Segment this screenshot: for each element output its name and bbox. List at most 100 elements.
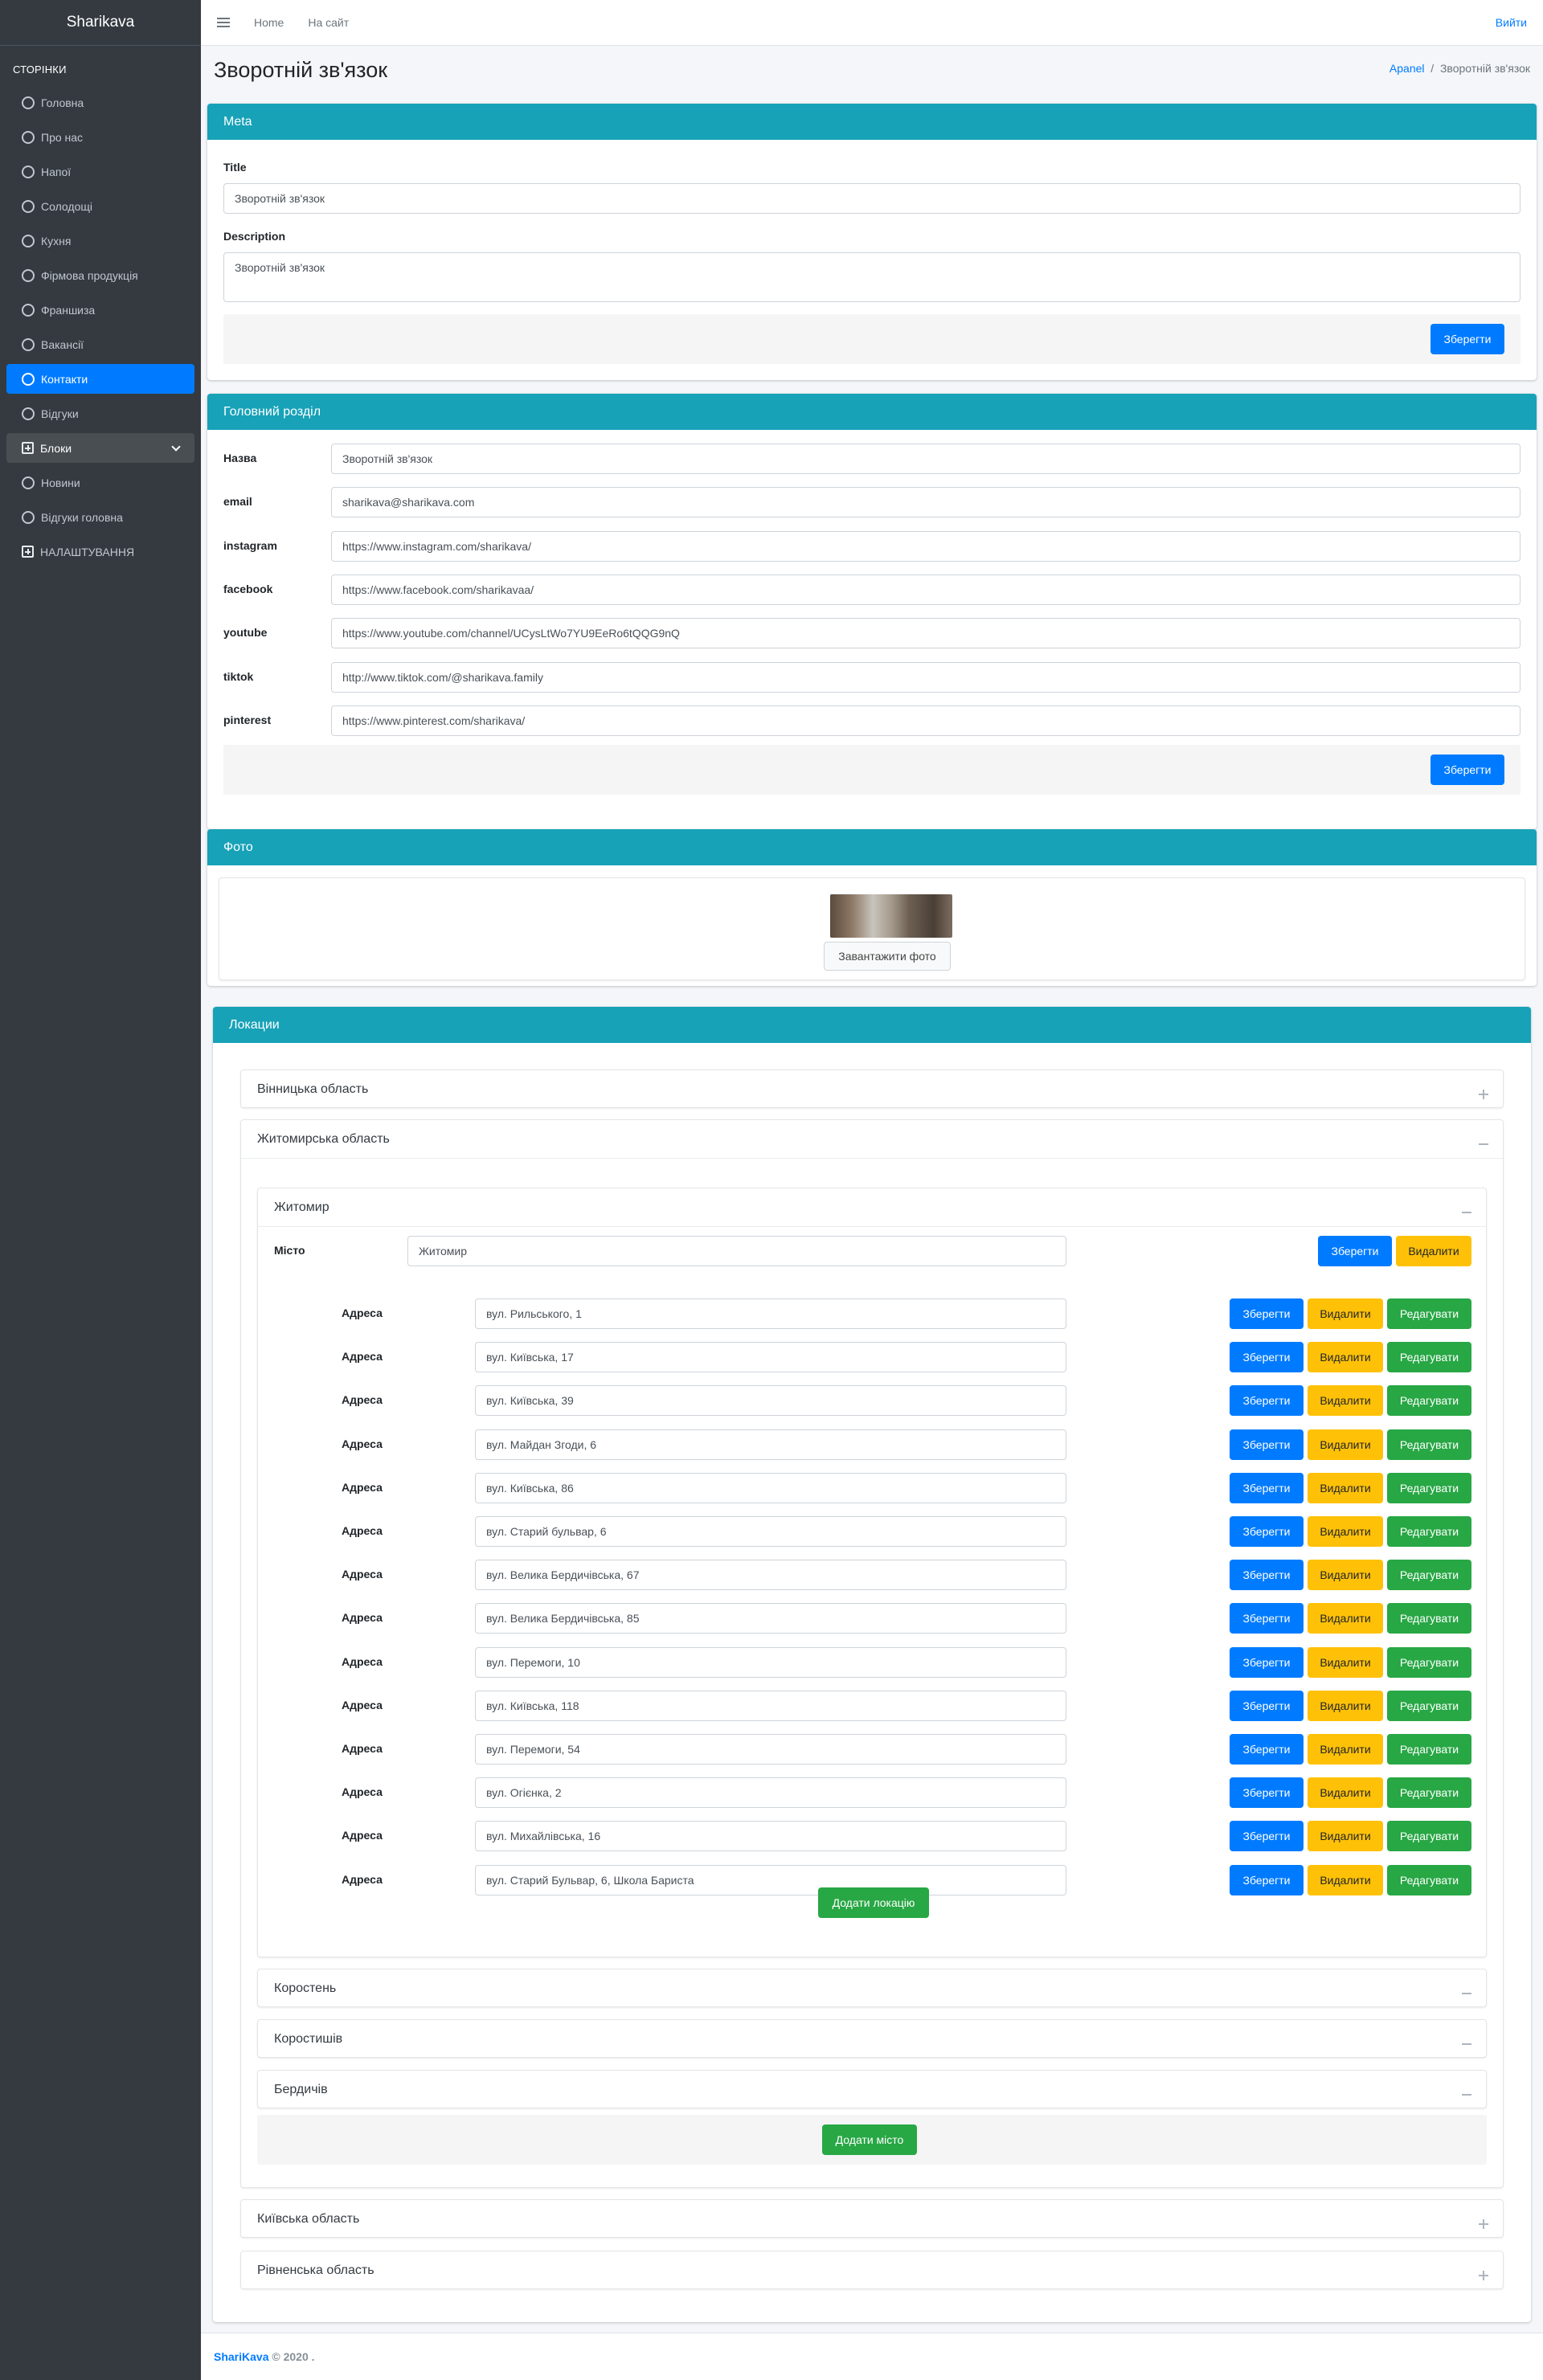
address-input[interactable]: вул. Перемоги, 54 xyxy=(475,1734,1066,1765)
address-input[interactable]: вул. Велика Бердичівська, 67 xyxy=(475,1560,1066,1591)
address-delete-button[interactable]: Видалити xyxy=(1308,1821,1383,1852)
address-delete-button[interactable]: Видалити xyxy=(1308,1690,1383,1721)
region-zhytomyr-header[interactable]: Житомирська область xyxy=(241,1120,1503,1159)
address-edit-button[interactable]: Редагувати xyxy=(1387,1560,1471,1591)
nav-home-link[interactable]: Home xyxy=(254,16,284,29)
sidebar-item-about[interactable]: Про нас xyxy=(6,122,194,152)
collapse-minus-icon[interactable] xyxy=(1462,1989,1471,1998)
region-vinnytsia[interactable]: Вінницька область xyxy=(240,1069,1504,1108)
address-save-button[interactable]: Зберегти xyxy=(1230,1646,1304,1678)
address-save-button[interactable]: Зберегти xyxy=(1230,1603,1304,1634)
address-delete-button[interactable]: Видалити xyxy=(1308,1864,1383,1895)
address-input[interactable]: вул. Велика Бердичівська, 85 xyxy=(475,1603,1066,1634)
address-delete-button[interactable]: Видалити xyxy=(1308,1516,1383,1547)
address-edit-button[interactable]: Редагувати xyxy=(1387,1342,1471,1373)
address-edit-button[interactable]: Редагувати xyxy=(1387,1646,1471,1678)
address-save-button[interactable]: Зберегти xyxy=(1230,1429,1304,1460)
sidebar-item-kitchen[interactable]: Кухня xyxy=(6,226,194,256)
add-location-button[interactable]: Додати локацію xyxy=(818,1887,929,1918)
address-delete-button[interactable]: Видалити xyxy=(1308,1777,1383,1809)
collapse-minus-icon[interactable] xyxy=(1462,1208,1471,1217)
sidebar-item-contacts[interactable]: Контакти xyxy=(6,364,194,394)
address-input[interactable]: вул. Київська, 17 xyxy=(475,1342,1066,1373)
expand-plus-icon[interactable] xyxy=(1479,1090,1488,1099)
address-save-button[interactable]: Зберегти xyxy=(1230,1298,1304,1329)
expand-plus-icon[interactable] xyxy=(1479,2271,1488,2280)
collapse-minus-icon[interactable] xyxy=(1479,1139,1488,1149)
chevron-down-icon[interactable] xyxy=(171,441,181,452)
region-rivne[interactable]: Рівненська область xyxy=(240,2251,1504,2289)
address-save-button[interactable]: Зберегти xyxy=(1230,1690,1304,1721)
city-item[interactable]: Коростень xyxy=(257,1969,1487,2007)
city-item[interactable]: Бердичів xyxy=(257,2070,1487,2108)
address-save-button[interactable]: Зберегти xyxy=(1230,1472,1304,1503)
address-input[interactable]: вул. Рильського, 1 xyxy=(475,1298,1066,1329)
sidebar-item-home-reviews[interactable]: Відгуки головна xyxy=(6,502,194,532)
logout-link[interactable]: Вийти xyxy=(1496,16,1527,29)
address-save-button[interactable]: Зберегти xyxy=(1230,1385,1304,1417)
sidebar-item-blocks[interactable]: Блоки xyxy=(6,433,194,463)
main-field-input[interactable]: https://www.instagram.com/sharikava/ xyxy=(331,530,1520,562)
address-edit-button[interactable]: Редагувати xyxy=(1387,1603,1471,1634)
main-field-input[interactable]: Зворотній зв'язок xyxy=(331,444,1520,474)
city-delete-button[interactable]: Видалити xyxy=(1396,1236,1471,1266)
address-edit-button[interactable]: Редагувати xyxy=(1387,1821,1471,1852)
city-name-input[interactable]: Житомир xyxy=(407,1236,1066,1266)
address-delete-button[interactable]: Видалити xyxy=(1308,1472,1383,1503)
meta-save-button[interactable]: Зберегти xyxy=(1430,324,1504,354)
address-edit-button[interactable]: Редагувати xyxy=(1387,1734,1471,1765)
city-item[interactable]: Коростишів xyxy=(257,2019,1487,2058)
address-save-button[interactable]: Зберегти xyxy=(1230,1864,1304,1895)
region-kyiv[interactable]: Київська область xyxy=(240,2199,1504,2238)
address-delete-button[interactable]: Видалити xyxy=(1308,1385,1383,1417)
address-save-button[interactable]: Зберегти xyxy=(1230,1734,1304,1765)
address-delete-button[interactable]: Видалити xyxy=(1308,1298,1383,1329)
address-save-button[interactable]: Зберегти xyxy=(1230,1560,1304,1591)
sidebar-item-drinks[interactable]: Напої xyxy=(6,157,194,186)
address-save-button[interactable]: Зберегти xyxy=(1230,1342,1304,1373)
address-save-button[interactable]: Зберегти xyxy=(1230,1821,1304,1852)
address-edit-button[interactable]: Редагувати xyxy=(1387,1864,1471,1895)
address-input[interactable]: вул. Перемоги, 10 xyxy=(475,1646,1066,1678)
city-save-button[interactable]: Зберегти xyxy=(1318,1236,1392,1266)
add-city-button[interactable]: Додати місто xyxy=(822,2124,917,2155)
sidebar-item-home[interactable]: Головна xyxy=(6,88,194,117)
address-save-button[interactable]: Зберегти xyxy=(1230,1516,1304,1547)
upload-photo-button[interactable]: Завантажити фото xyxy=(824,942,951,971)
nav-site-link[interactable]: На сайт xyxy=(308,16,349,29)
main-field-input[interactable]: http://www.tiktok.com/@sharikava.family xyxy=(331,661,1520,693)
address-delete-button[interactable]: Видалити xyxy=(1308,1342,1383,1373)
address-input[interactable]: вул. Київська, 86 xyxy=(475,1472,1066,1503)
address-edit-button[interactable]: Редагувати xyxy=(1387,1516,1471,1547)
sidebar-item-reviews[interactable]: Відгуки xyxy=(6,399,194,428)
menu-toggle-icon[interactable] xyxy=(217,18,230,27)
address-input[interactable]: вул. Майдан Згоди, 6 xyxy=(475,1429,1066,1460)
address-delete-button[interactable]: Видалити xyxy=(1308,1429,1383,1460)
expand-plus-icon[interactable] xyxy=(1479,2219,1488,2229)
sidebar-item-settings[interactable]: НАЛАШТУВАННЯ xyxy=(6,537,194,566)
address-input[interactable]: вул. Михайлівська, 16 xyxy=(475,1821,1066,1852)
address-input[interactable]: вул. Старий Бульвар, 6, Школа Бариста xyxy=(475,1864,1066,1895)
sidebar-item-sweets[interactable]: Солодощі xyxy=(6,191,194,221)
address-delete-button[interactable]: Видалити xyxy=(1308,1603,1383,1634)
address-edit-button[interactable]: Редагувати xyxy=(1387,1298,1471,1329)
sidebar-item-franchise[interactable]: Франшиза xyxy=(6,295,194,325)
main-field-input[interactable]: https://www.youtube.com/channel/UCysLtWo… xyxy=(331,618,1520,649)
brand-logo[interactable]: Sharikava xyxy=(0,0,201,46)
main-field-input[interactable]: sharikava@sharikava.com xyxy=(331,487,1520,518)
address-input[interactable]: вул. Огієнка, 2 xyxy=(475,1777,1066,1809)
address-input[interactable]: вул. Київська, 118 xyxy=(475,1690,1066,1721)
footer-brand-link[interactable]: ShariKava xyxy=(214,2350,268,2363)
address-edit-button[interactable]: Редагувати xyxy=(1387,1472,1471,1503)
address-edit-button[interactable]: Редагувати xyxy=(1387,1690,1471,1721)
address-edit-button[interactable]: Редагувати xyxy=(1387,1385,1471,1417)
breadcrumb-root-link[interactable]: Apanel xyxy=(1390,62,1425,75)
meta-description-textarea[interactable]: Зворотній зв'язок xyxy=(223,252,1520,302)
sidebar-item-news[interactable]: Новини xyxy=(6,468,194,497)
address-delete-button[interactable]: Видалити xyxy=(1308,1734,1383,1765)
meta-title-input[interactable]: Зворотній зв'язок xyxy=(223,183,1520,214)
address-input[interactable]: вул. Старий бульвар, 6 xyxy=(475,1516,1066,1547)
address-save-button[interactable]: Зберегти xyxy=(1230,1777,1304,1809)
main-save-button[interactable]: Зберегти xyxy=(1430,754,1504,785)
sidebar-item-vacancies[interactable]: Вакансії xyxy=(6,329,194,359)
